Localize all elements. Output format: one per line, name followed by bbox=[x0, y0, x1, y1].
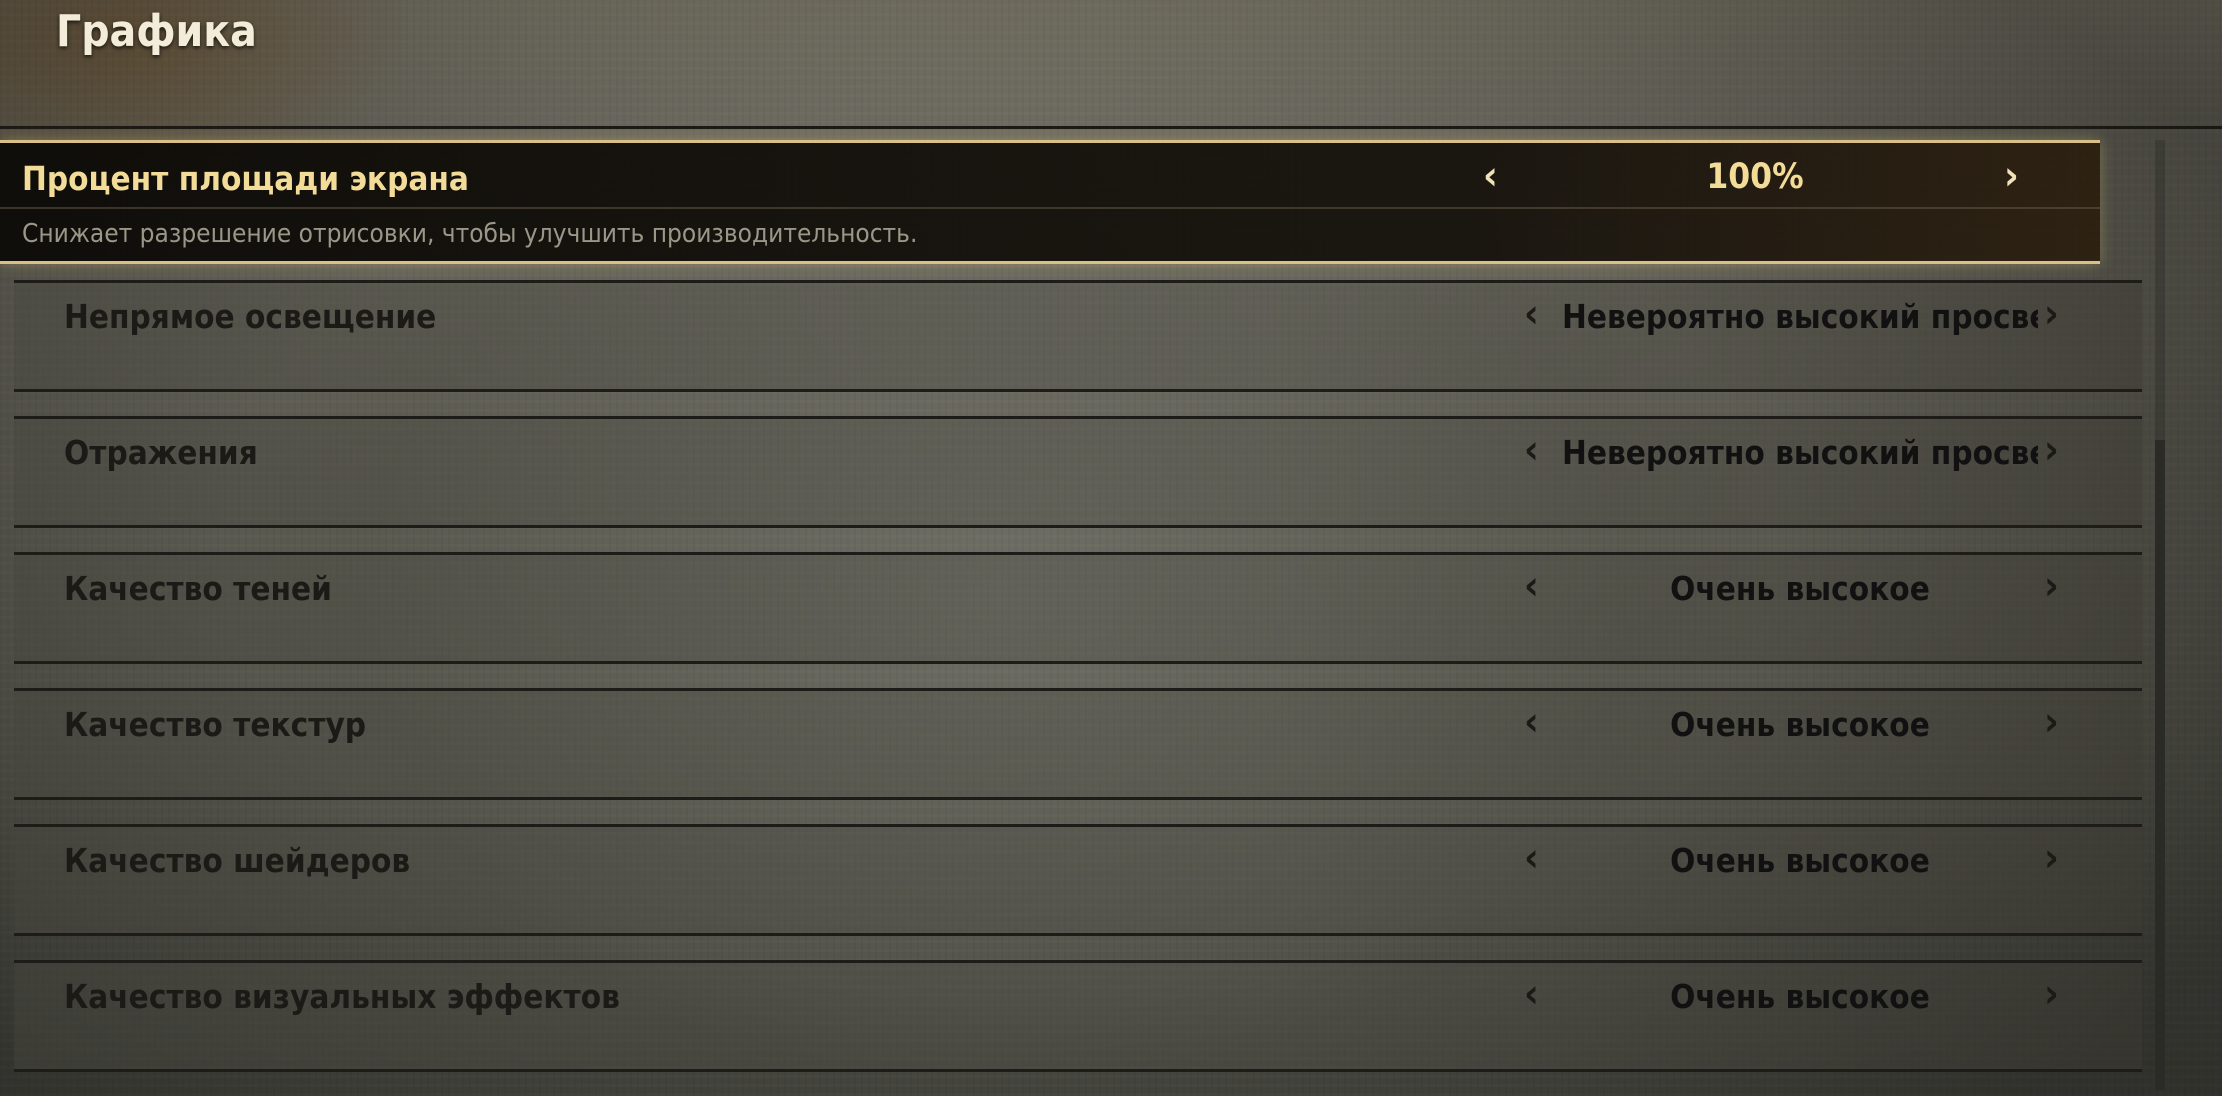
setting-label: Качество визуальных эффектов bbox=[64, 977, 620, 1016]
row-divider bbox=[0, 207, 2100, 209]
scrollbar-track[interactable] bbox=[2155, 140, 2165, 1090]
chevron-right-icon[interactable]: › bbox=[2044, 427, 2059, 473]
chevron-left-icon[interactable]: ‹ bbox=[1524, 971, 1539, 1017]
chevron-right-icon[interactable]: › bbox=[2044, 563, 2059, 609]
setting-label: Качество текстур bbox=[64, 705, 367, 744]
setting-label: Отражения bbox=[64, 433, 258, 472]
setting-row-shader-quality[interactable]: Качество шейдеров ‹ Очень высокое › bbox=[14, 824, 2142, 936]
setting-value: Очень высокое bbox=[1670, 569, 1930, 608]
setting-row-shadow-quality[interactable]: Качество теней ‹ Очень высокое › bbox=[14, 552, 2142, 664]
chevron-right-icon[interactable]: › bbox=[2004, 153, 2019, 199]
scrollbar-thumb[interactable] bbox=[2155, 440, 2165, 1090]
setting-value: Невероятно высокий просвет пот bbox=[1562, 297, 2038, 336]
setting-label: Качество теней bbox=[64, 569, 332, 608]
chevron-left-icon[interactable]: ‹ bbox=[1524, 563, 1539, 609]
chevron-left-icon[interactable]: ‹ bbox=[1524, 835, 1539, 881]
setting-row-indirect-lighting[interactable]: Непрямое освещение ‹ Невероятно высокий … bbox=[14, 280, 2142, 392]
chevron-right-icon[interactable]: › bbox=[2044, 291, 2059, 337]
setting-value: Очень высокое bbox=[1670, 977, 1930, 1016]
setting-value: Очень высокое bbox=[1670, 841, 1930, 880]
setting-description: Снижает разрешение отрисовки, чтобы улуч… bbox=[22, 219, 918, 249]
chevron-left-icon[interactable]: ‹ bbox=[1483, 153, 1498, 199]
setting-value: Невероятно высокий просвет пот bbox=[1562, 433, 2038, 472]
setting-value: Очень высокое bbox=[1670, 705, 1930, 744]
chevron-right-icon[interactable]: › bbox=[2044, 971, 2059, 1017]
chevron-left-icon[interactable]: ‹ bbox=[1524, 291, 1539, 337]
chevron-left-icon[interactable]: ‹ bbox=[1524, 427, 1539, 473]
setting-row-vfx-quality[interactable]: Качество визуальных эффектов ‹ Очень выс… bbox=[14, 960, 2142, 1072]
settings-list: Процент площади экрана ‹ 100% › Снижает … bbox=[0, 0, 2222, 1096]
chevron-left-icon[interactable]: ‹ bbox=[1524, 699, 1539, 745]
setting-value: 100% bbox=[1706, 157, 1804, 197]
setting-row-texture-quality[interactable]: Качество текстур ‹ Очень высокое › bbox=[14, 688, 2142, 800]
setting-label: Непрямое освещение bbox=[64, 297, 437, 336]
setting-row-reflections[interactable]: Отражения ‹ Невероятно высокий просвет п… bbox=[14, 416, 2142, 528]
setting-row-screen-percentage[interactable]: Процент площади экрана ‹ 100% › Снижает … bbox=[0, 140, 2100, 264]
setting-label: Качество шейдеров bbox=[64, 841, 411, 880]
setting-label: Процент площади экрана bbox=[22, 159, 469, 198]
chevron-right-icon[interactable]: › bbox=[2044, 699, 2059, 745]
chevron-right-icon[interactable]: › bbox=[2044, 835, 2059, 881]
